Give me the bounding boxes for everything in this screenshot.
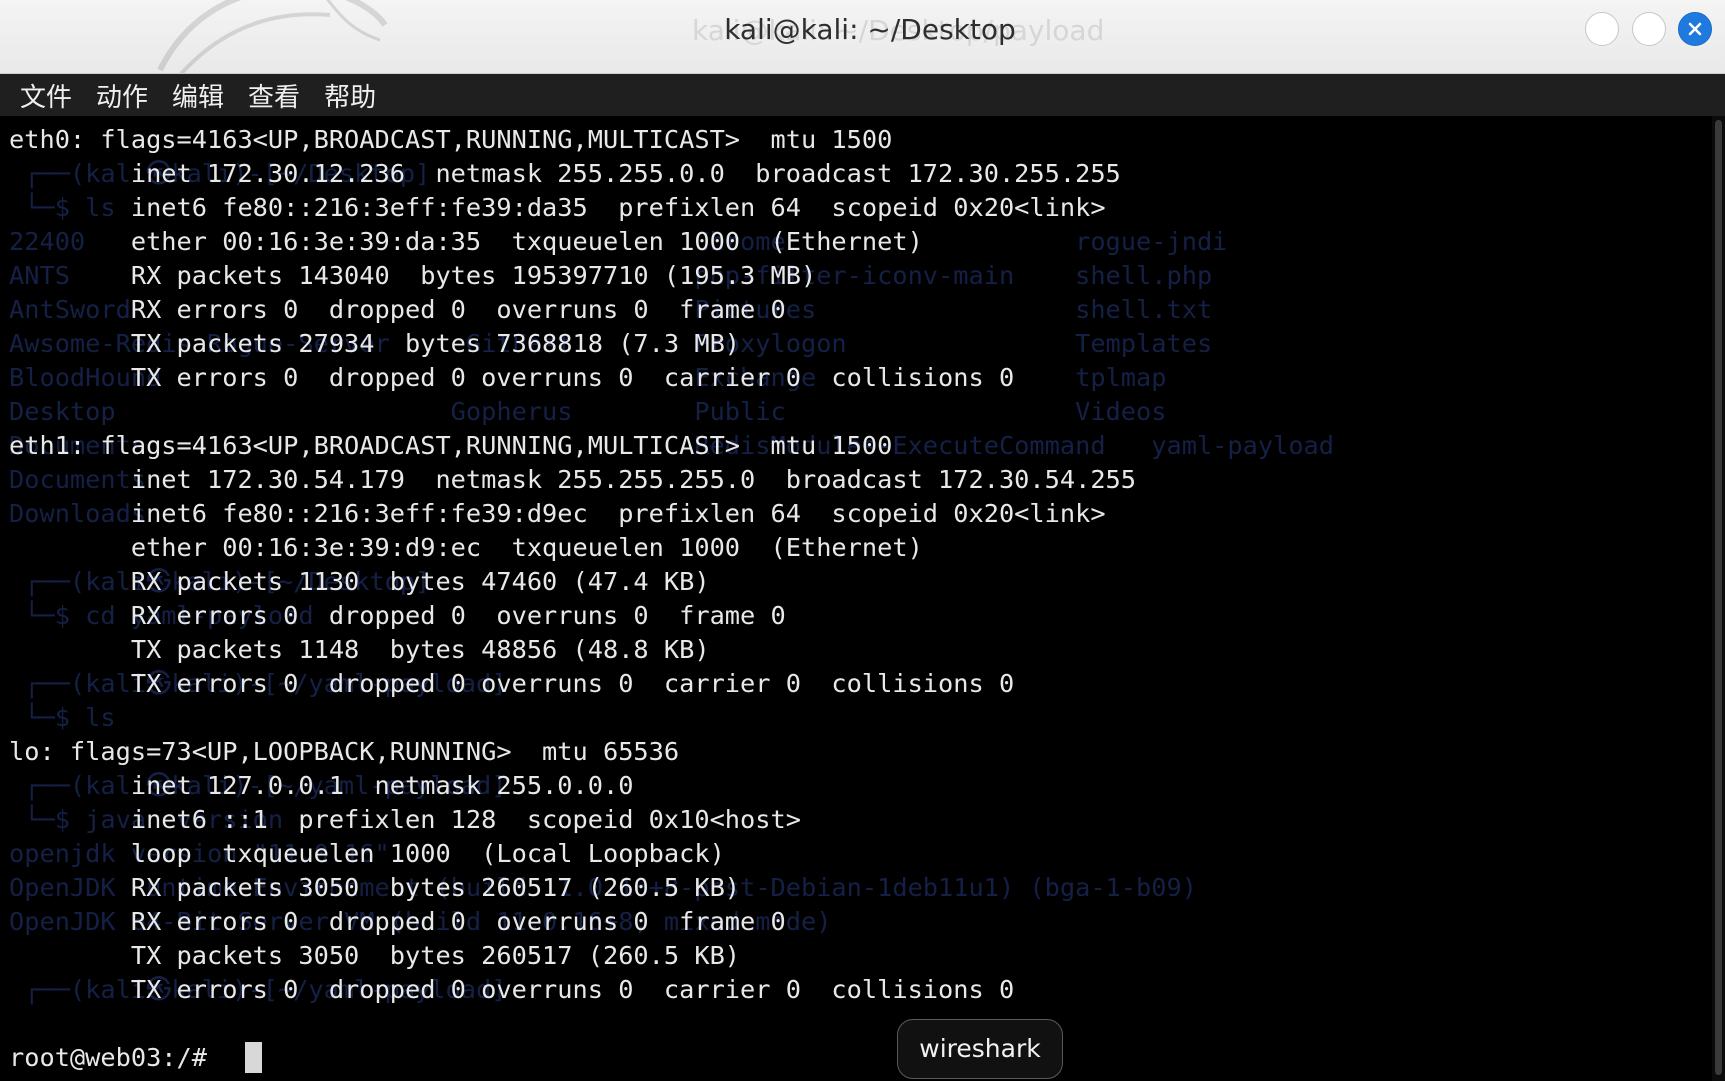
wireshark-tooltip: wireshark: [897, 1019, 1063, 1079]
menu-help[interactable]: 帮助: [324, 77, 376, 114]
text-cursor: [245, 1042, 262, 1073]
close-icon: [1688, 22, 1702, 36]
terminal-window: kali@kali: ~/Desktop/payload kali@kali: …: [0, 0, 1725, 1081]
scrollbar[interactable]: [1712, 116, 1725, 1081]
window-title: kali@kali: ~/Desktop: [724, 13, 1016, 46]
scrollbar-thumb[interactable]: [1715, 120, 1722, 1075]
title-bar[interactable]: kali@kali: ~/Desktop/payload kali@kali: …: [0, 0, 1725, 74]
maximize-button[interactable]: [1632, 12, 1666, 46]
terminal-output: eth0: flags=4163<UP,BROADCAST,RUNNING,MU…: [9, 125, 1137, 1004]
close-button[interactable]: [1678, 12, 1712, 46]
shell-prompt: root@web03:/#: [9, 1043, 223, 1072]
menu-bar: 文件 动作 编辑 查看 帮助: [0, 74, 1725, 116]
menu-view[interactable]: 查看: [248, 77, 300, 114]
menu-file[interactable]: 文件: [20, 77, 72, 114]
minimize-button[interactable]: [1585, 12, 1619, 46]
menu-edit[interactable]: 编辑: [172, 77, 224, 114]
terminal-area[interactable]: ┌──(kali㉿kali)-[~/Desktop] └─$ ls 22400 …: [0, 116, 1712, 1081]
menu-actions[interactable]: 动作: [96, 77, 148, 114]
